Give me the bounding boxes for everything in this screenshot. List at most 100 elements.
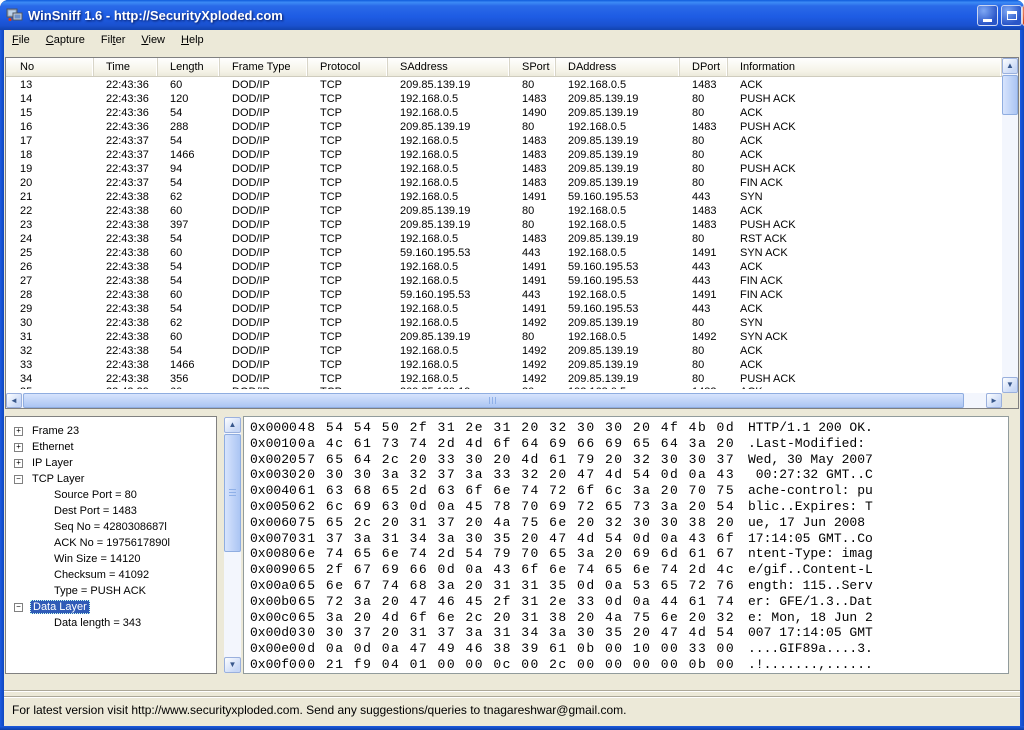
vertical-scroll-thumb[interactable] xyxy=(1002,75,1018,115)
table-row[interactable]: 2622:43:3854DOD/IPTCP192.168.0.5149159.1… xyxy=(6,260,1002,274)
hex-offset: 0x0050 xyxy=(250,499,298,515)
table-row[interactable]: 1522:43:3654DOD/IPTCP192.168.0.51490209.… xyxy=(6,106,1002,120)
table-row[interactable]: 3522:43:3960DOD/IPTCP209.85.139.1980192.… xyxy=(6,386,1002,389)
packet-list-vertical-scrollbar[interactable]: ▲ ▼ xyxy=(1002,58,1018,393)
table-row[interactable]: 2822:43:3860DOD/IPTCP59.160.195.53443192… xyxy=(6,288,1002,302)
hex-offset: 0x0030 xyxy=(250,467,298,483)
menu-item-view[interactable]: View xyxy=(133,32,173,48)
cell: 80 xyxy=(680,149,728,161)
hex-bytes: 75 65 2c 20 31 37 20 4a 75 6e 20 32 30 3… xyxy=(298,515,748,531)
tree-node-ip-layer[interactable]: + IP Layer xyxy=(6,455,216,471)
cell: DOD/IP xyxy=(220,247,308,259)
column-header-time[interactable]: Time xyxy=(94,58,158,76)
table-row[interactable]: 2722:43:3854DOD/IPTCP192.168.0.5149159.1… xyxy=(6,274,1002,288)
tree-child-item[interactable]: Type = PUSH ACK xyxy=(6,583,216,599)
scroll-up-icon[interactable]: ▲ xyxy=(224,417,241,433)
cell: 1490 xyxy=(510,107,556,119)
column-header-daddress[interactable]: DAddress xyxy=(556,58,680,76)
tree-node-label[interactable]: Ethernet xyxy=(30,441,76,453)
cell: 28 xyxy=(6,289,94,301)
tree-child-item[interactable]: ACK No = 1975617890l xyxy=(6,535,216,551)
table-row[interactable]: 2322:43:38397DOD/IPTCP209.85.139.1980192… xyxy=(6,218,1002,232)
minimize-button[interactable] xyxy=(977,5,998,26)
table-row[interactable]: 2422:43:3854DOD/IPTCP192.168.0.51483209.… xyxy=(6,232,1002,246)
table-row[interactable]: 1722:43:3754DOD/IPTCP192.168.0.51483209.… xyxy=(6,134,1002,148)
hex-view-scrollbar[interactable]: ▲ ▼ xyxy=(224,417,241,673)
expand-icon[interactable]: + xyxy=(14,459,23,468)
maximize-button[interactable] xyxy=(1001,5,1022,26)
cell: 192.168.0.5 xyxy=(556,247,680,259)
menu-item-filter[interactable]: Filter xyxy=(93,32,133,48)
scroll-up-icon[interactable]: ▲ xyxy=(1002,58,1018,74)
tree-node-data-layer[interactable]: −Data Layer xyxy=(6,599,216,615)
expand-icon[interactable]: + xyxy=(14,443,23,452)
table-row[interactable]: 1922:43:3794DOD/IPTCP192.168.0.51483209.… xyxy=(6,162,1002,176)
column-header-saddress[interactable]: SAddress xyxy=(388,58,510,76)
vertical-scroll-thumb[interactable] xyxy=(224,434,241,552)
cell: 209.85.139.19 xyxy=(556,107,680,119)
hex-line: 0x007031 37 3a 31 34 3a 30 35 20 47 4d 5… xyxy=(250,531,1008,547)
scroll-down-icon[interactable]: ▼ xyxy=(224,657,241,673)
tree-node-label[interactable]: Frame 23 xyxy=(30,425,81,437)
expand-icon[interactable]: + xyxy=(14,427,23,436)
cell: DOD/IP xyxy=(220,163,308,175)
table-row[interactable]: 3122:43:3860DOD/IPTCP209.85.139.1980192.… xyxy=(6,330,1002,344)
column-header-protocol[interactable]: Protocol xyxy=(308,58,388,76)
column-header-dport[interactable]: DPort xyxy=(680,58,728,76)
collapse-icon[interactable]: − xyxy=(14,603,23,612)
cell: RST ACK xyxy=(728,233,1002,245)
table-row[interactable]: 2022:43:3754DOD/IPTCP192.168.0.51483209.… xyxy=(6,176,1002,190)
scroll-right-icon[interactable]: ► xyxy=(986,393,1002,408)
cell: TCP xyxy=(308,359,388,371)
horizontal-scroll-thumb[interactable] xyxy=(23,393,964,408)
table-row[interactable]: 2922:43:3854DOD/IPTCP192.168.0.5149159.1… xyxy=(6,302,1002,316)
table-row[interactable]: 3222:43:3854DOD/IPTCP192.168.0.51492209.… xyxy=(6,344,1002,358)
tree-child-item[interactable]: Dest Port = 1483 xyxy=(6,503,216,519)
menu-item-help[interactable]: Help xyxy=(173,32,212,48)
table-row[interactable]: 3022:43:3862DOD/IPTCP192.168.0.51492209.… xyxy=(6,316,1002,330)
cell: 443 xyxy=(680,261,728,273)
column-header-sport[interactable]: SPort xyxy=(510,58,556,76)
tree-child-item[interactable]: Source Port = 80 xyxy=(6,487,216,503)
cell: 192.168.0.5 xyxy=(388,275,510,287)
window-border-bottom xyxy=(0,726,1024,730)
tree-node-label[interactable]: IP Layer xyxy=(30,457,75,469)
column-header-frame-type[interactable]: Frame Type xyxy=(220,58,308,76)
table-row[interactable]: 3422:43:38356DOD/IPTCP192.168.0.51492209… xyxy=(6,372,1002,386)
table-row[interactable]: 2522:43:3860DOD/IPTCP59.160.195.53443192… xyxy=(6,246,1002,260)
cell: 80 xyxy=(680,345,728,357)
table-row[interactable]: 3322:43:381466DOD/IPTCP192.168.0.5149220… xyxy=(6,358,1002,372)
scroll-left-icon[interactable]: ◄ xyxy=(6,393,22,408)
hex-bytes: 62 6c 69 63 0d 0a 45 78 70 69 72 65 73 3… xyxy=(298,499,748,515)
scroll-down-icon[interactable]: ▼ xyxy=(1002,377,1018,393)
tree-node-label[interactable]: TCP Layer xyxy=(30,473,86,485)
table-row[interactable]: 1622:43:36288DOD/IPTCP209.85.139.1980192… xyxy=(6,120,1002,134)
hex-offset: 0x00c0 xyxy=(250,610,298,626)
table-row[interactable]: 1322:43:3660DOD/IPTCP209.85.139.1980192.… xyxy=(6,78,1002,92)
tree-node-tcp-layer[interactable]: −TCP Layer xyxy=(6,471,216,487)
cell: 1483 xyxy=(680,219,728,231)
collapse-icon[interactable]: − xyxy=(14,475,23,484)
hex-ascii: 007 17:14:05 GMT xyxy=(748,625,873,641)
tree-node-ethernet[interactable]: + Ethernet xyxy=(6,439,216,455)
tree-node-frame-23[interactable]: + Frame 23 xyxy=(6,423,216,439)
tree-child-item[interactable]: Seq No = 4280308687l xyxy=(6,519,216,535)
tree-child-item[interactable]: Win Size = 14120 xyxy=(6,551,216,567)
menu-item-file[interactable]: File xyxy=(4,32,38,48)
menu-item-capture[interactable]: Capture xyxy=(38,32,93,48)
column-header-length[interactable]: Length xyxy=(158,58,220,76)
table-row[interactable]: 2122:43:3862DOD/IPTCP192.168.0.5149159.1… xyxy=(6,190,1002,204)
packet-list-horizontal-scrollbar[interactable]: ◄ ► xyxy=(6,393,1002,408)
tree-node-label[interactable]: Data Layer xyxy=(30,600,90,614)
table-row[interactable]: 2222:43:3860DOD/IPTCP209.85.139.1980192.… xyxy=(6,204,1002,218)
table-row[interactable]: 1422:43:36120DOD/IPTCP192.168.0.51483209… xyxy=(6,92,1002,106)
column-header-information[interactable]: Information xyxy=(728,58,1002,76)
cell: 32 xyxy=(6,345,94,357)
cell: 288 xyxy=(158,121,220,133)
tree-child-item[interactable]: Data length = 343 xyxy=(6,615,216,631)
title-bar[interactable]: WinSniff 1.6 - http://SecurityXploded.co… xyxy=(0,0,1024,30)
column-header-no[interactable]: No xyxy=(6,58,94,76)
table-row[interactable]: 1822:43:371466DOD/IPTCP192.168.0.5148320… xyxy=(6,148,1002,162)
tree-child-item[interactable]: Checksum = 41092 xyxy=(6,567,216,583)
cell: 120 xyxy=(158,93,220,105)
